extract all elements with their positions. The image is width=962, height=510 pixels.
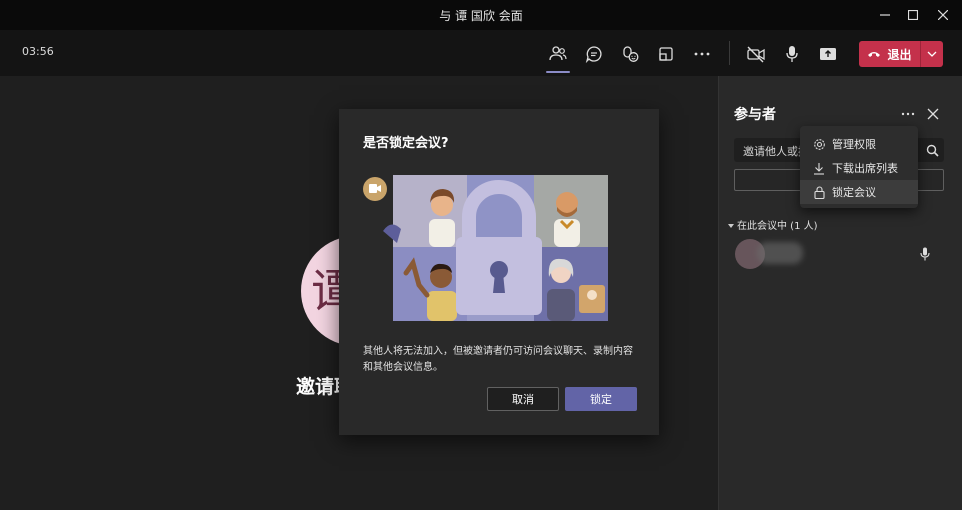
panel-more-icon[interactable]	[897, 103, 919, 125]
caret-down-icon	[728, 224, 734, 228]
dialog-body: 其他人将无法加入，但被邀请者仍可访问会议聊天、录制内容和其他会议信息。	[363, 346, 633, 373]
dialog-title: 是否锁定会议?	[363, 136, 449, 151]
chat-icon[interactable]	[581, 41, 607, 67]
download-icon	[812, 161, 826, 175]
mic-icon[interactable]	[779, 41, 805, 67]
reactions-icon[interactable]	[617, 41, 643, 67]
menu-item-download-attendance[interactable]: 下载出席列表	[800, 156, 918, 180]
maximize-button[interactable]	[902, 5, 924, 25]
leave-options-chevron[interactable]	[921, 41, 943, 67]
rooms-icon[interactable]	[653, 41, 679, 67]
panel-close-icon[interactable]	[922, 103, 944, 125]
participant-name-blurred	[757, 242, 803, 264]
participants-icon[interactable]	[545, 41, 571, 73]
more-options-icon[interactable]	[689, 41, 715, 67]
toolbar-divider	[729, 41, 730, 65]
minimize-button[interactable]	[874, 5, 896, 25]
leave-label: 退出	[887, 47, 912, 62]
menu-item-lock-meeting[interactable]: 锁定会议	[800, 180, 918, 204]
participant-row[interactable]	[735, 239, 807, 269]
lock-icon	[812, 185, 826, 199]
gear-icon	[812, 137, 826, 151]
lock-illustration	[363, 175, 608, 321]
lock-button[interactable]: 锁定	[565, 387, 637, 411]
in-meeting-section[interactable]: 在此会议中 (1 人)	[727, 217, 818, 232]
camera-off-icon[interactable]	[743, 41, 769, 67]
chevron-down-icon	[927, 51, 937, 57]
leave-button[interactable]: 退出	[859, 41, 943, 67]
share-screen-icon[interactable]	[815, 41, 841, 67]
menu-item-label: 管理权限	[832, 138, 876, 151]
menu-item-manage-permissions[interactable]: 管理权限	[800, 132, 918, 156]
menu-item-label: 下载出席列表	[832, 162, 898, 175]
menu-item-label: 锁定会议	[832, 186, 876, 199]
title-bar: 与 谭 国欣 会面	[0, 0, 962, 30]
close-window-button[interactable]	[932, 5, 954, 25]
section-label: 在此会议中 (1 人)	[737, 221, 818, 232]
search-icon[interactable]	[921, 139, 943, 161]
meeting-timer: 03:56	[22, 45, 54, 58]
participants-menu: 管理权限 下载出席列表 锁定会议	[800, 126, 918, 208]
leave-main-button[interactable]: 退出	[859, 41, 920, 67]
panel-title: 参与者	[734, 107, 776, 123]
lock-meeting-dialog: 是否锁定会议? 其他人将无法加入，但被邀请者仍可访问会议聊天、录制内容和其他会议…	[339, 109, 659, 435]
meeting-toolbar: 03:56 退出	[0, 30, 962, 76]
participant-mic-icon	[914, 243, 936, 265]
hangup-icon	[868, 52, 881, 57]
window-title: 与 谭 国欣 会面	[439, 9, 523, 23]
cancel-button[interactable]: 取消	[487, 387, 559, 411]
